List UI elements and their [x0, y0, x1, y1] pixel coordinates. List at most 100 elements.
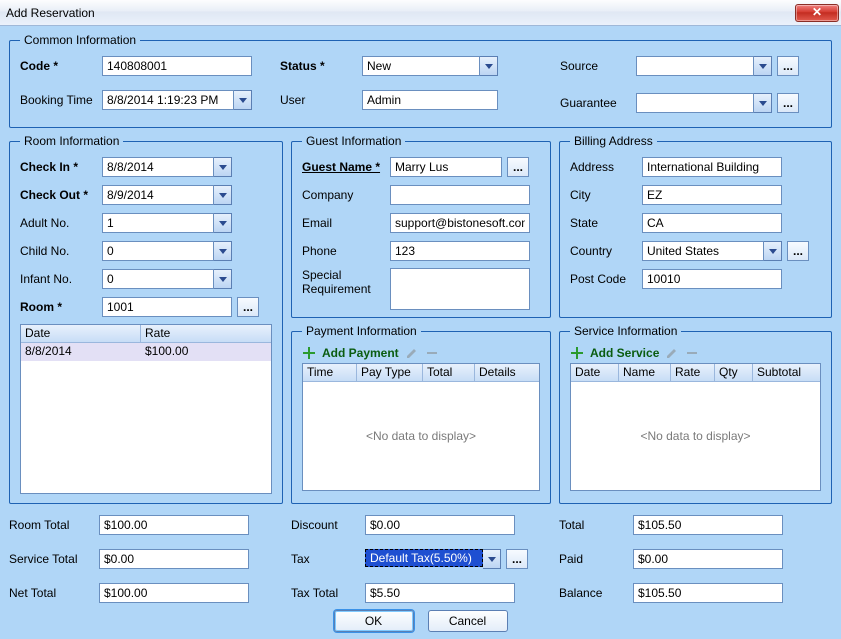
paid-input[interactable]	[633, 549, 783, 569]
minus-icon[interactable]	[685, 346, 699, 360]
guarantee-select[interactable]	[636, 93, 754, 113]
label-adult-no: Adult No.	[20, 216, 102, 230]
label-status: Status *	[280, 59, 362, 73]
room-grid-header-rate[interactable]: Rate	[141, 325, 271, 342]
room-input[interactable]	[102, 297, 232, 317]
minus-icon[interactable]	[425, 346, 439, 360]
tax-dropdown-button[interactable]	[483, 549, 501, 569]
check-in-input[interactable]	[102, 157, 214, 177]
room-rate-grid[interactable]: Date Rate 8/8/2014 $100.00	[20, 324, 272, 494]
svc-header-name[interactable]: Name	[619, 364, 671, 381]
check-out-input[interactable]	[102, 185, 214, 205]
phone-input[interactable]	[390, 241, 530, 261]
chevron-down-icon	[759, 64, 767, 69]
label-service-total: Service Total	[9, 552, 99, 566]
label-post-code: Post Code	[570, 272, 642, 286]
postcode-input[interactable]	[642, 269, 782, 289]
special-req-input[interactable]	[390, 268, 530, 310]
source-more-button[interactable]: ...	[777, 56, 799, 76]
room-grid-row[interactable]: 8/8/2014 $100.00	[21, 343, 271, 361]
tax-total-input[interactable]	[365, 583, 515, 603]
adult-no-dropdown-button[interactable]	[214, 213, 232, 233]
code-input[interactable]	[102, 56, 252, 76]
chevron-down-icon	[219, 193, 227, 198]
label-state: State	[570, 216, 642, 230]
company-input[interactable]	[390, 185, 530, 205]
cancel-button[interactable]: Cancel	[428, 610, 508, 632]
svc-header-date[interactable]: Date	[571, 364, 619, 381]
pay-header-total[interactable]: Total	[423, 364, 475, 381]
tax-more-button[interactable]: ...	[506, 549, 528, 569]
discount-input[interactable]	[365, 515, 515, 535]
chevron-down-icon	[219, 165, 227, 170]
pay-header-time[interactable]: Time	[303, 364, 357, 381]
guest-name-input[interactable]	[390, 157, 502, 177]
adult-no-input[interactable]	[102, 213, 214, 233]
country-dropdown-button[interactable]	[764, 241, 782, 261]
label-city: City	[570, 188, 642, 202]
svc-header-subtotal[interactable]: Subtotal	[753, 364, 820, 381]
email-input[interactable]	[390, 213, 530, 233]
add-payment-link[interactable]: Add Payment	[322, 346, 399, 360]
balance-input[interactable]	[633, 583, 783, 603]
chevron-down-icon	[219, 277, 227, 282]
guarantee-dropdown-button[interactable]	[754, 93, 772, 113]
label-booking-time: Booking Time	[20, 93, 102, 107]
address-input[interactable]	[642, 157, 782, 177]
payment-grid[interactable]: Time Pay Type Total Details <No data to …	[302, 363, 540, 491]
add-service-link[interactable]: Add Service	[590, 346, 659, 360]
group-guest-legend: Guest Information	[302, 134, 405, 148]
status-dropdown-button[interactable]	[480, 56, 498, 76]
ok-button[interactable]: OK	[334, 610, 414, 632]
label-room-total: Room Total	[9, 518, 99, 532]
total-input[interactable]	[633, 515, 783, 535]
infant-no-input[interactable]	[102, 269, 214, 289]
room-total-input[interactable]	[99, 515, 249, 535]
label-email: Email	[302, 216, 390, 230]
svc-header-rate[interactable]: Rate	[671, 364, 715, 381]
group-billing-legend: Billing Address	[570, 134, 657, 148]
booking-time-input[interactable]	[102, 90, 234, 110]
pay-header-type[interactable]: Pay Type	[357, 364, 423, 381]
pencil-icon[interactable]	[665, 346, 679, 360]
infant-no-dropdown-button[interactable]	[214, 269, 232, 289]
group-common: Common Information Code * Status * Sourc…	[9, 33, 832, 128]
country-select[interactable]	[642, 241, 764, 261]
label-total: Total	[559, 518, 633, 532]
pencil-icon[interactable]	[405, 346, 419, 360]
city-input[interactable]	[642, 185, 782, 205]
net-total-input[interactable]	[99, 583, 249, 603]
label-discount: Discount	[291, 518, 365, 532]
tax-select[interactable]: Default Tax(5.50%)	[365, 549, 483, 567]
check-in-dropdown-button[interactable]	[214, 157, 232, 177]
country-more-button[interactable]: ...	[787, 241, 809, 261]
label-room: Room *	[20, 300, 102, 314]
child-no-dropdown-button[interactable]	[214, 241, 232, 261]
label-guest-name: Guest Name *	[302, 160, 390, 174]
room-grid-header-date[interactable]: Date	[21, 325, 141, 342]
label-address: Address	[570, 160, 642, 174]
service-total-input[interactable]	[99, 549, 249, 569]
check-out-dropdown-button[interactable]	[214, 185, 232, 205]
user-input[interactable]	[362, 90, 498, 110]
child-no-input[interactable]	[102, 241, 214, 261]
svc-header-qty[interactable]: Qty	[715, 364, 753, 381]
pay-header-details[interactable]: Details	[475, 364, 539, 381]
source-select[interactable]	[636, 56, 754, 76]
chevron-down-icon	[769, 249, 777, 254]
close-button[interactable]: ✕	[795, 4, 839, 22]
room-more-button[interactable]: ...	[237, 297, 259, 317]
label-company: Company	[302, 188, 390, 202]
guest-name-more-button[interactable]: ...	[507, 157, 529, 177]
booking-time-dropdown-button[interactable]	[234, 90, 252, 110]
guarantee-more-button[interactable]: ...	[777, 93, 799, 113]
group-guest: Guest Information Guest Name * ... Compa…	[291, 134, 551, 318]
service-grid[interactable]: Date Name Rate Qty Subtotal <No data to …	[570, 363, 821, 491]
chevron-down-icon	[759, 101, 767, 106]
status-select[interactable]	[362, 56, 480, 76]
payment-no-data: <No data to display>	[303, 382, 539, 490]
state-input[interactable]	[642, 213, 782, 233]
source-dropdown-button[interactable]	[754, 56, 772, 76]
title-bar: Add Reservation ✕	[0, 0, 841, 26]
group-service-legend: Service Information	[570, 324, 681, 338]
